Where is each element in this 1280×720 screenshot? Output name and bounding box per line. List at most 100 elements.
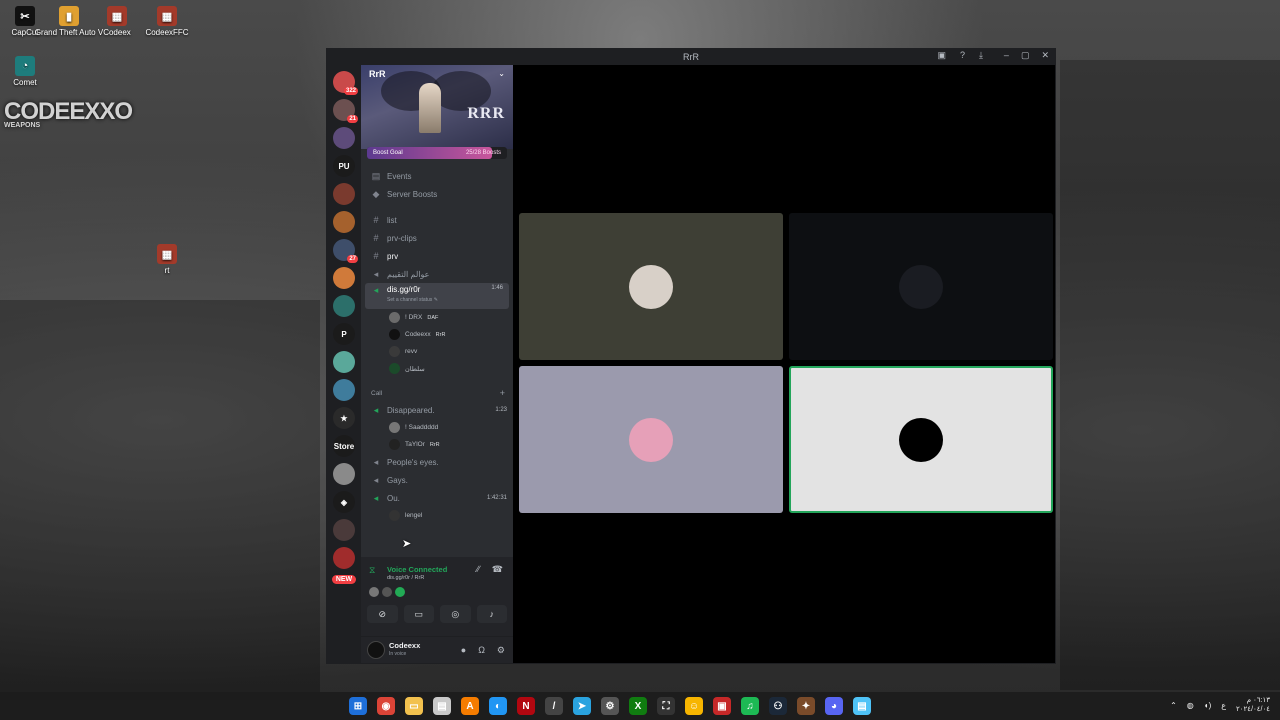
voice-member[interactable]: ! Saaddddd — [361, 419, 513, 436]
inbox-icon[interactable]: ▣ — [937, 50, 946, 61]
channel-list-text[interactable]: # list — [361, 211, 513, 229]
noise-suppression-icon[interactable]: ∕∕ — [477, 564, 480, 575]
soundboard-button[interactable]: ♪ — [476, 605, 507, 623]
channel-prv-clips[interactable]: # prv-clips — [361, 229, 513, 247]
voice-channel-disappeared[interactable]: ◂ Disappeared. 1:23 — [361, 401, 513, 419]
help-icon[interactable]: ? — [960, 50, 965, 61]
chrome-icon[interactable]: ◉ — [377, 697, 395, 715]
channel-server-boosts[interactable]: ◆ Server Boosts — [361, 185, 513, 203]
channel-prv[interactable]: # prv — [361, 247, 513, 265]
chevron-up-icon[interactable]: ⌃ — [1170, 701, 1177, 710]
headphones-icon[interactable]: Ω — [478, 645, 485, 656]
video-tile-3[interactable] — [519, 366, 783, 513]
minimize-button[interactable]: – — [1004, 50, 1009, 61]
volume-icon[interactable]: ◖) — [1204, 701, 1212, 710]
boost-goal-bar[interactable]: Boost Goal 25/28 Boosts — [367, 147, 507, 159]
rt-desktop-icon[interactable]: ▦ rt — [132, 244, 202, 275]
banner-logo: RRR — [467, 105, 505, 122]
comet-desktop-icon[interactable]: ◔ Comet — [0, 56, 60, 87]
voice-member[interactable]: سلطان — [361, 360, 513, 377]
file-explorer-icon[interactable]: ▭ — [405, 697, 423, 715]
xbox-icon[interactable]: X — [629, 697, 647, 715]
channel-sidebar: RrR ⌄ RRR Boost Goal 25/28 Boosts ▤ Even… — [361, 65, 547, 663]
server-avatar-7[interactable] — [333, 295, 355, 317]
camera-off-button[interactable]: ⊘ — [367, 605, 398, 623]
server-avatar-5[interactable]: 27 — [333, 239, 358, 263]
server-avatar-14[interactable] — [333, 547, 355, 569]
video-tile-2[interactable] — [789, 213, 1053, 360]
video-tile-4[interactable] — [789, 366, 1053, 513]
settings-icon[interactable]: ⚙ — [601, 697, 619, 715]
voice-channel-peoples-eyes[interactable]: ◂ People's eyes. — [361, 453, 513, 471]
network-icon[interactable]: ◍ — [1187, 701, 1194, 710]
server-avatar-4[interactable] — [333, 211, 355, 233]
server-avatar-10[interactable]: ★ — [333, 407, 355, 429]
voice-channel-gays[interactable]: ◂ Gays. — [361, 471, 513, 489]
archive-app-icon[interactable]: ▤ — [433, 697, 451, 715]
telegram-icon[interactable]: ➤ — [573, 697, 591, 715]
voice-status[interactable]: Voice Connected — [387, 565, 447, 574]
app-a-icon[interactable]: A — [461, 697, 479, 715]
server-avatar-2[interactable] — [333, 127, 355, 149]
voice-channel-ou[interactable]: ◂ Ou. 1:42:31 — [361, 489, 513, 507]
maximize-button[interactable]: ▢ — [1021, 50, 1030, 61]
new-badge[interactable]: NEW — [331, 575, 357, 584]
app-blue-icon[interactable]: ◐ — [489, 697, 507, 715]
clock[interactable]: ٠٦:١٣ م ٢٠٢٤/٠٤/٠٤ — [1236, 696, 1270, 714]
app-slash-icon[interactable]: / — [545, 697, 563, 715]
capture-icon[interactable]: ⛶ — [657, 697, 675, 715]
server-dm-home[interactable]: 322 — [333, 71, 358, 95]
channel-arabic[interactable]: ◂ عوالم التقييم — [361, 265, 513, 283]
server-banner[interactable]: RrR ⌄ RRR — [361, 65, 513, 149]
server-avatar-9[interactable] — [333, 379, 355, 401]
signal-icon[interactable]: ⧖ — [369, 565, 375, 576]
server-avatar-1[interactable]: 21 — [333, 99, 358, 123]
codeexffc-desktop-icon[interactable]: ▦ CodeexFFC — [132, 6, 202, 37]
video-tile-1[interactable] — [519, 213, 783, 360]
activities-button[interactable]: ◎ — [440, 605, 471, 623]
voice-channel-path[interactable]: dis.gg/r0r / RrR — [387, 575, 424, 581]
desktop-icon-label: Comet — [13, 78, 37, 87]
disconnect-icon[interactable]: ☎ — [492, 564, 503, 575]
discord-icon[interactable]: ◕ — [825, 697, 843, 715]
steam-icon[interactable]: ⚇ — [769, 697, 787, 715]
server-store[interactable]: Store — [333, 435, 355, 457]
channel-events[interactable]: ▤ Events — [361, 167, 513, 185]
server-avatar-8[interactable] — [333, 351, 355, 373]
server-p[interactable]: P — [333, 323, 355, 345]
voice-member[interactable]: ! DRX DAF — [361, 309, 513, 326]
server-avatar-6[interactable] — [333, 267, 355, 289]
add-channel-icon[interactable]: + — [500, 388, 505, 398]
voice-member[interactable]: Codeexx RrR — [361, 326, 513, 343]
gear-icon[interactable]: ⚙ — [497, 645, 505, 656]
language-indicator[interactable]: ع — [1221, 701, 1226, 710]
screen-share-button[interactable]: ▭ — [403, 605, 434, 623]
server-name[interactable]: RrR — [369, 69, 386, 79]
netflix-icon[interactable]: N — [517, 697, 535, 715]
app-red-icon[interactable]: ▣ — [713, 697, 731, 715]
spotify-icon[interactable]: ♫ — [741, 697, 759, 715]
channel-status[interactable]: Set a channel status ✎ — [387, 297, 438, 303]
app-smile-icon[interactable]: ☺ — [685, 697, 703, 715]
app-game-icon[interactable]: ✦ — [797, 697, 815, 715]
microphone-icon[interactable]: ● — [461, 645, 466, 656]
server-avatar-13[interactable] — [333, 519, 355, 541]
notepad-icon[interactable]: ▤ — [853, 697, 871, 715]
chevron-down-icon[interactable]: ⌄ — [498, 69, 505, 78]
server-avatar-11[interactable] — [333, 463, 355, 485]
server-pu[interactable]: PU — [333, 155, 355, 177]
download-icon[interactable]: ⤓ — [979, 50, 983, 61]
server-avatar-12[interactable]: ◈ — [333, 491, 355, 513]
server-avatar-3[interactable] — [333, 183, 355, 205]
username[interactable]: Codeexx — [389, 641, 420, 650]
voice-member[interactable]: revv — [361, 343, 513, 360]
voice-channel-active[interactable]: ◂ dis.gg/r0r 1:46 Set a channel status ✎ — [365, 283, 509, 309]
category-call[interactable]: Call + — [361, 385, 513, 401]
screen-share-icon: ▭ — [414, 608, 423, 619]
close-button[interactable]: ✕ — [1041, 50, 1049, 61]
avatar[interactable] — [367, 641, 385, 659]
windows-start-icon[interactable]: ⊞ — [349, 697, 367, 715]
mention-badge: 21 — [347, 115, 358, 123]
voice-member[interactable]: TaYlOr RrR — [361, 436, 513, 453]
voice-member[interactable]: lengel — [361, 507, 513, 524]
